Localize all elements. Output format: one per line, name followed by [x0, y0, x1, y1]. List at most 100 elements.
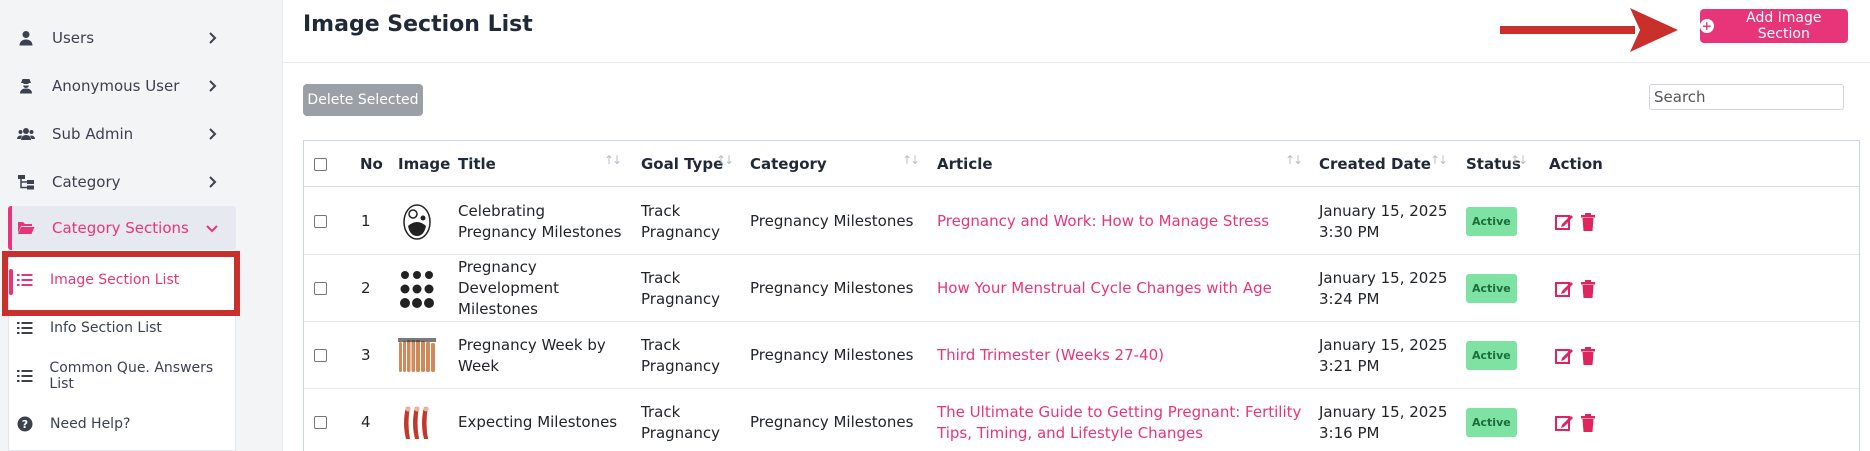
- row-checkbox[interactable]: [314, 282, 327, 295]
- table-row: 1 Celebrating Pregnancy Milestones Track…: [304, 188, 1859, 255]
- column-header-created-date[interactable]: Created Date: [1319, 141, 1431, 187]
- edit-icon[interactable]: [1554, 279, 1574, 299]
- sidebar-subitem-need-help[interactable]: ? Need Help?: [8, 402, 236, 446]
- sidebar: Users Anonymous User Sub Admin Category …: [0, 0, 252, 451]
- status-badge: Active: [1466, 408, 1517, 437]
- sort-icon[interactable]: ↑↓: [1285, 153, 1307, 171]
- row-thumbnail: [398, 402, 436, 444]
- row-goal-type: Track Pragnancy: [641, 201, 720, 241]
- delete-selected-button[interactable]: Delete Selected: [303, 84, 423, 116]
- sidebar-subitem-common-que-answers-list[interactable]: Common Que. Answers List: [8, 354, 236, 398]
- row-checkbox[interactable]: [314, 349, 327, 362]
- svg-text:?: ?: [22, 418, 28, 431]
- add-image-section-label: Add Image Section: [1746, 10, 1822, 42]
- row-category: Pregnancy Milestones: [750, 279, 914, 297]
- edit-icon[interactable]: [1554, 413, 1574, 433]
- delete-icon[interactable]: [1578, 279, 1598, 299]
- sort-icon[interactable]: ↑↓: [1510, 153, 1532, 171]
- row-thumbnail: [398, 268, 436, 310]
- row-title: Pregnancy Development Milestones: [458, 258, 559, 318]
- row-number: 2: [361, 279, 371, 297]
- delete-icon[interactable]: [1578, 413, 1598, 433]
- row-article-link[interactable]: Third Trimester (Weeks 27-40): [937, 322, 1297, 389]
- sitemap-icon: [16, 172, 36, 192]
- list-icon: [16, 319, 34, 337]
- sort-icon[interactable]: ↑↓: [1430, 153, 1452, 171]
- delete-icon[interactable]: [1578, 346, 1598, 366]
- row-created-date: January 15, 2025 3:16 PM: [1319, 402, 1448, 442]
- sidebar-item-category-sections[interactable]: Category Sections: [8, 206, 236, 250]
- row-actions: [1554, 188, 1598, 255]
- row-select-cell: [314, 322, 327, 389]
- row-checkbox[interactable]: [314, 215, 327, 228]
- row-title: Celebrating Pregnancy Milestones: [458, 201, 622, 241]
- question-circle-icon: ?: [16, 415, 34, 433]
- row-image-cell: [398, 255, 436, 322]
- column-header-title[interactable]: Title: [458, 141, 496, 187]
- row-select-cell: [314, 188, 327, 255]
- add-image-section-button[interactable]: + Add Image Section: [1700, 9, 1848, 43]
- delete-icon[interactable]: [1578, 212, 1598, 232]
- row-image-cell: [398, 188, 436, 255]
- row-actions: [1554, 389, 1598, 451]
- app-root: Users Anonymous User Sub Admin Category …: [0, 0, 1870, 451]
- row-article-link[interactable]: The Ultimate Guide to Getting Pregnant: …: [937, 389, 1307, 451]
- row-number: 1: [361, 212, 371, 230]
- sidebar-subitem-label: Info Section List: [50, 320, 162, 336]
- row-status-cell: Active: [1466, 255, 1517, 322]
- row-actions: [1554, 255, 1598, 322]
- status-badge: Active: [1466, 341, 1517, 370]
- row-goal-type: Track Pragnancy: [641, 402, 720, 442]
- row-goal-type: Track Pragnancy: [641, 268, 720, 308]
- sort-icon[interactable]: ↑↓: [902, 153, 924, 171]
- column-header-article[interactable]: Article: [937, 141, 993, 187]
- page-title: Image Section List: [303, 12, 533, 37]
- chevron-right-icon: [209, 32, 217, 44]
- row-category: Pregnancy Milestones: [750, 212, 914, 230]
- column-header-image[interactable]: Image: [398, 141, 450, 187]
- edit-icon[interactable]: [1554, 212, 1574, 232]
- row-select-cell: [314, 255, 327, 322]
- table-row: 3 Pregnancy Week by Week Track Pragnancy…: [304, 322, 1859, 389]
- row-thumbnail: [398, 201, 436, 243]
- row-created-date: January 15, 2025 3:21 PM: [1319, 335, 1448, 375]
- row-goal-type: Track Pragnancy: [641, 335, 720, 375]
- row-article-link[interactable]: Pregnancy and Work: How to Manage Stress: [937, 188, 1297, 255]
- sort-icon[interactable]: ↑↓: [604, 153, 626, 171]
- sidebar-item-category[interactable]: Category: [8, 160, 236, 204]
- sidebar-subitem-label: Image Section List: [50, 272, 180, 288]
- column-header-category[interactable]: Category: [750, 141, 827, 187]
- sort-icon[interactable]: ↑↓: [716, 153, 738, 171]
- sidebar-menu: Users Anonymous User Sub Admin Category …: [0, 0, 240, 451]
- sidebar-subitem-label: Common Que. Answers List: [49, 360, 214, 392]
- user-secret-icon: [16, 76, 36, 96]
- column-header-goal-type[interactable]: Goal Type: [641, 141, 723, 187]
- row-select-cell: [314, 389, 327, 451]
- list-icon: [16, 271, 34, 289]
- select-all-checkbox[interactable]: [314, 157, 327, 171]
- select-all-cell: [314, 141, 327, 187]
- row-checkbox[interactable]: [314, 416, 327, 429]
- edit-icon[interactable]: [1554, 346, 1574, 366]
- row-image-cell: [398, 322, 436, 389]
- chevron-down-icon: [206, 225, 218, 233]
- row-title: Expecting Milestones: [458, 413, 618, 431]
- row-created-date: January 15, 2025 3:24 PM: [1319, 268, 1448, 308]
- row-title: Pregnancy Week by Week: [458, 335, 606, 375]
- list-icon: [16, 367, 33, 385]
- sidebar-subitem-image-section-list[interactable]: Image Section List: [8, 258, 236, 302]
- sidebar-subitem-info-section-list[interactable]: Info Section List: [8, 306, 236, 350]
- row-number: 3: [361, 346, 371, 364]
- search-input[interactable]: [1649, 84, 1844, 110]
- row-article-link[interactable]: How Your Menstrual Cycle Changes with Ag…: [937, 255, 1297, 322]
- chevron-right-icon: [209, 176, 217, 188]
- sidebar-item-label: Anonymous User: [52, 77, 180, 95]
- folder-open-icon: [16, 218, 36, 238]
- sidebar-item-anonymous-user[interactable]: Anonymous User: [8, 64, 236, 108]
- row-category: Pregnancy Milestones: [750, 413, 914, 431]
- page-header: Image Section List + Add Image Section: [283, 0, 1870, 63]
- sidebar-item-sub-admin[interactable]: Sub Admin: [8, 112, 236, 156]
- column-header-no[interactable]: No: [360, 141, 383, 187]
- row-status-cell: Active: [1466, 322, 1517, 389]
- sidebar-item-users[interactable]: Users: [8, 16, 236, 60]
